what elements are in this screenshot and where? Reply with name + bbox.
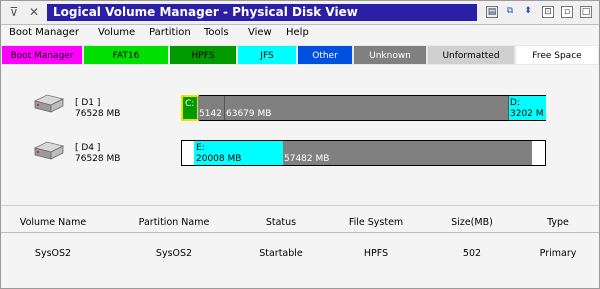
menu-view[interactable]: View	[248, 27, 272, 38]
cell-status: Startable	[259, 248, 303, 259]
partition-e[interactable]: E: 20008 MB	[194, 141, 283, 165]
col-type[interactable]: Type	[547, 217, 569, 228]
legend-free-space: Free Space	[515, 45, 599, 65]
legend-other: Other	[297, 45, 353, 65]
maximize-icon[interactable]: □	[580, 6, 592, 18]
minimize-icon[interactable]: ▫	[561, 6, 573, 18]
disk-d1-size: 76528 MB	[75, 109, 121, 119]
disk-d1-name: [ D1 ]	[75, 98, 101, 108]
disk-d4-size: 76528 MB	[75, 154, 121, 164]
cell-size: 502	[462, 248, 482, 259]
title-bar: ⊽ ✕ Logical Volume Manager - Physical Di…	[1, 1, 599, 25]
table-row[interactable]: SysOS2 SysOS2 Startable HPFS 502 Primary	[1, 246, 599, 262]
cell-type: Primary	[539, 248, 577, 259]
scroll-updown-icon[interactable]: ⬍	[522, 6, 534, 18]
window-list-icon[interactable]: ▤	[486, 6, 498, 18]
disk-d1-bar[interactable]: C: 5142 63679 MB D: 3202 M	[181, 95, 546, 121]
partition-type-legend: Boot Manager FAT16 HPFS JFS Other Unknow…	[1, 45, 599, 65]
lvm-window: ⊽ ✕ Logical Volume Manager - Physical Di…	[0, 0, 600, 289]
cell-volume-name: SysOS2	[34, 248, 72, 259]
window-title: Logical Volume Manager - Physical Disk V…	[47, 4, 477, 21]
legend-unformatted: Unformatted	[427, 45, 515, 65]
legend-boot-manager: Boot Manager	[1, 45, 83, 65]
col-volume-name[interactable]: Volume Name	[20, 217, 86, 228]
divider	[1, 205, 599, 206]
disk-d4-name: [ D4 ]	[75, 143, 101, 153]
partition-unknown-3[interactable]: 57482 MB	[283, 141, 532, 165]
col-file-system[interactable]: File System	[349, 217, 403, 228]
hard-disk-icon[interactable]	[31, 93, 65, 115]
partition-unknown-1[interactable]: 5142	[198, 96, 224, 120]
col-status[interactable]: Status	[266, 217, 296, 228]
menu-partition[interactable]: Partition	[149, 27, 191, 38]
hide-icon[interactable]: ⊡	[542, 6, 554, 18]
minimize-arrow-icon[interactable]: ⊽	[7, 5, 21, 19]
menu-help[interactable]: Help	[286, 27, 309, 38]
cell-file-system: HPFS	[363, 248, 389, 259]
legend-jfs: JFS	[237, 45, 297, 65]
disk-d4-bar[interactable]: E: 20008 MB 57482 MB	[181, 140, 546, 166]
partition-unknown-2[interactable]: 63679 MB	[224, 96, 509, 120]
partition-c[interactable]: C:	[181, 95, 199, 121]
cell-partition-name: SysOS2	[155, 248, 193, 259]
partition-d[interactable]: D: 3202 M	[508, 96, 546, 120]
menu-tools[interactable]: Tools	[204, 27, 229, 38]
menu-bar: Boot Manager Volume Partition Tools View…	[1, 25, 599, 42]
close-icon[interactable]: ✕	[27, 5, 41, 19]
menu-volume[interactable]: Volume	[98, 27, 135, 38]
col-size[interactable]: Size(MB)	[451, 217, 493, 228]
col-partition-name[interactable]: Partition Name	[139, 217, 210, 228]
menu-boot-manager[interactable]: Boot Manager	[9, 27, 79, 38]
legend-fat16: FAT16	[83, 45, 169, 65]
legend-hpfs: HPFS	[169, 45, 237, 65]
volume-table-header: Volume Name Partition Name Status File S…	[1, 214, 599, 233]
legend-unknown: Unknown	[353, 45, 427, 65]
hard-disk-icon[interactable]	[31, 140, 65, 162]
cascade-windows-icon[interactable]: ⧉	[504, 6, 516, 18]
